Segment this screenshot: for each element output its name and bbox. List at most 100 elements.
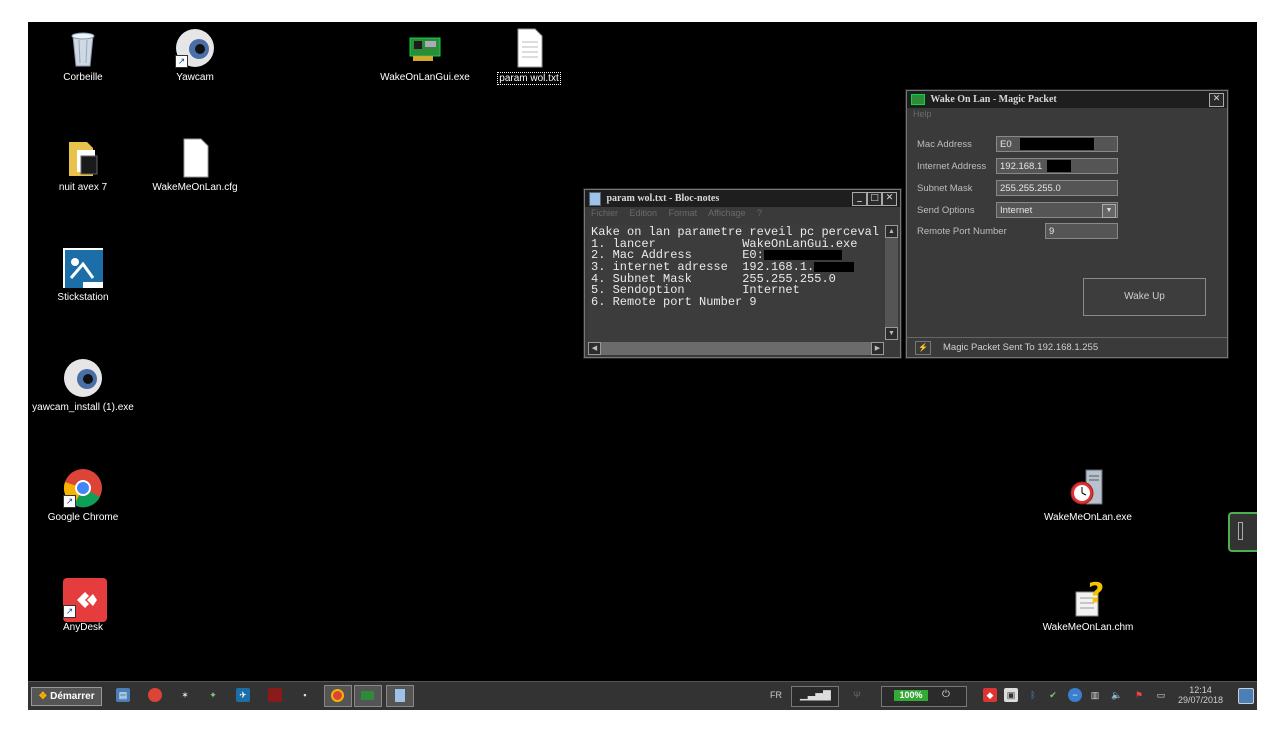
redaction-block xyxy=(763,250,842,261)
shortcut-arrow-icon: ↗ xyxy=(63,495,76,508)
subnet-mask-label: Subnet Mask xyxy=(917,183,973,194)
chevron-down-icon[interactable]: ▼ xyxy=(1102,204,1116,218)
desktop-icon-yawcam[interactable]: ↗ Yawcam xyxy=(140,28,250,83)
desktop-icon-stickstation[interactable]: Stickstation xyxy=(28,248,138,303)
anydesk-tray-icon[interactable]: ◆ xyxy=(983,688,997,702)
windows-logo-icon: ❖ xyxy=(38,691,48,702)
wol-statusbar: ⚡ Magic Packet Sent To 192.168.1.255 xyxy=(907,337,1227,357)
desktop-icon-nuit-avex[interactable]: nuit avex 7 xyxy=(28,138,138,193)
vertical-scrollbar[interactable]: ▲ ▼ xyxy=(885,225,898,340)
power-plug-icon: ⏻ xyxy=(942,689,950,700)
signal-strength-indicator[interactable]: ▁▃▅▇ xyxy=(791,686,839,707)
anydesk-icon: ↗ xyxy=(63,578,107,622)
battery-level: 100% xyxy=(894,690,928,701)
red-app-icon[interactable] xyxy=(268,688,282,702)
notepad-icon xyxy=(589,191,601,206)
redaction-block xyxy=(814,261,855,272)
device-icon[interactable]: ▥ xyxy=(1088,688,1102,702)
satellite-icon[interactable]: ✶ xyxy=(178,688,192,702)
status-signal-icon: ⚡ xyxy=(915,341,931,355)
monitor-icon[interactable]: ▭ xyxy=(1154,688,1168,702)
menu-help[interactable]: Help xyxy=(913,109,932,119)
minimize-button[interactable]: _ xyxy=(852,192,867,206)
subnet-mask-field[interactable]: 255.255.255.0 xyxy=(996,180,1118,196)
mac-address-field[interactable]: E0 xyxy=(996,136,1118,152)
taskbar-notepad-window[interactable] xyxy=(386,685,414,707)
chrome-icon xyxy=(331,689,344,702)
blank-file-icon xyxy=(175,138,215,178)
antenna-icon[interactable]: Ψ xyxy=(850,688,864,702)
desktop-icon-corbeille[interactable]: Corbeille xyxy=(28,28,138,83)
star-map-icon[interactable]: ✦ xyxy=(206,688,220,702)
folder-icon xyxy=(63,138,103,178)
notepad-title: param wol.txt - Bloc-notes xyxy=(606,193,720,204)
side-panel-handle[interactable] xyxy=(1228,512,1257,552)
stickstation-icon[interactable]: ✈ xyxy=(236,688,250,702)
start-button[interactable]: ❖ Démarrer xyxy=(31,687,102,706)
clock-time: 12:14 xyxy=(1189,685,1212,695)
internet-address-field[interactable]: 192.168.1 xyxy=(996,158,1118,174)
maximize-button[interactable]: □ xyxy=(867,192,882,206)
horizontal-scrollbar[interactable]: ◀ ▶ xyxy=(588,342,884,355)
window-icon[interactable]: ▪ xyxy=(298,688,312,702)
notepad-titlebar[interactable]: param wol.txt - Bloc-notes _ □ ✕ xyxy=(585,190,900,207)
scroll-up-icon[interactable]: ▲ xyxy=(885,225,898,238)
stickstation-icon xyxy=(63,248,107,292)
text-line: 6. Remote port Number 9 xyxy=(591,294,757,309)
wol-titlebar[interactable]: Wake On Lan - Magic Packet ✕ xyxy=(907,91,1227,108)
menu-edition[interactable]: Edition xyxy=(630,208,658,218)
wake-up-button[interactable]: Wake Up xyxy=(1083,278,1206,316)
taskbar-chrome-window[interactable] xyxy=(324,685,352,707)
desktop-icon-wakemeonlan-exe[interactable]: WakeMeOnLan.exe xyxy=(1033,468,1143,523)
desktop-icon-google-chrome[interactable]: ↗ Google Chrome xyxy=(28,468,138,523)
desktop-icon-wakemeonlan-chm[interactable]: ? WakeMeOnLan.chm xyxy=(1033,576,1143,633)
notepad-text-area[interactable]: Kake on lan parametre reveil pc perceval… xyxy=(588,225,887,344)
handle-grip-icon xyxy=(1238,522,1243,540)
menu-help[interactable]: ? xyxy=(757,208,762,218)
desktop-icon-wakeonlangui[interactable]: WakeOnLanGui.exe xyxy=(370,28,480,83)
internet-address-label: Internet Address xyxy=(917,161,987,172)
network-card-icon xyxy=(361,691,374,700)
notepad-window[interactable]: param wol.txt - Bloc-notes _ □ ✕ Fichier… xyxy=(584,189,901,358)
close-button[interactable]: ✕ xyxy=(1209,93,1224,107)
desktop-icon-wakemeonlan-cfg[interactable]: WakeMeOnLan.cfg xyxy=(140,138,250,193)
network-globe-icon[interactable]: − xyxy=(1068,688,1082,702)
taskbar-wol-window[interactable] xyxy=(354,685,382,707)
send-options-label: Send Options xyxy=(917,205,975,216)
remote-port-field[interactable]: 9 xyxy=(1045,223,1118,239)
menu-fichier[interactable]: Fichier xyxy=(591,208,618,218)
wol-window[interactable]: Wake On Lan - Magic Packet ✕ Help Mac Ad… xyxy=(906,90,1228,358)
chrome-icon: ↗ xyxy=(63,468,103,508)
menu-affichage[interactable]: Affichage xyxy=(708,208,745,218)
battery-indicator[interactable]: 100% ⏻ xyxy=(881,686,967,707)
clock-date: 29/07/2018 xyxy=(1177,695,1223,705)
bluetooth-icon[interactable]: ᛒ xyxy=(1026,688,1040,702)
mac-address-label: Mac Address xyxy=(917,139,972,150)
clock[interactable]: 12:14 29/07/2018 xyxy=(1178,685,1223,705)
show-desktop-icon[interactable]: ▤ xyxy=(116,688,130,702)
action-center-flag-icon[interactable]: ⚑ xyxy=(1132,688,1146,702)
network-card-icon xyxy=(911,94,925,106)
scroll-left-icon[interactable]: ◀ xyxy=(588,342,601,355)
svg-text:?: ? xyxy=(1088,578,1104,609)
volume-icon[interactable]: 🔈 xyxy=(1110,688,1124,702)
menu-format[interactable]: Format xyxy=(669,208,698,218)
close-button[interactable]: ✕ xyxy=(882,192,897,206)
desktop-icon-yawcam-install[interactable]: yawcam_install (1).exe xyxy=(28,358,138,413)
webcam-eye-icon: ↗ xyxy=(175,28,215,68)
notepad-menubar: Fichier Edition Format Affichage ? xyxy=(585,207,900,220)
show-desktop-button[interactable] xyxy=(1238,688,1254,704)
disk-icon[interactable]: ▣ xyxy=(1004,688,1018,702)
shortcut-arrow-icon: ↗ xyxy=(175,55,188,68)
desktop: Corbeille ↗ Yawcam WakeOnLanGui.exe para… xyxy=(28,22,1257,710)
scroll-right-icon[interactable]: ▶ xyxy=(871,342,884,355)
desktop-icon-param-wol[interactable]: param wol.txt xyxy=(474,28,584,85)
desktop-icon-anydesk[interactable]: ↗ AnyDesk xyxy=(28,578,138,633)
send-options-select[interactable]: Internet ▼ xyxy=(996,202,1118,218)
webcam-eye-icon xyxy=(63,358,103,398)
security-icon[interactable]: ✔ xyxy=(1046,688,1060,702)
chrome-icon[interactable] xyxy=(148,688,162,702)
language-indicator[interactable]: FR xyxy=(770,690,782,700)
scroll-down-icon[interactable]: ▼ xyxy=(885,327,898,340)
shortcut-arrow-icon: ↗ xyxy=(63,605,76,618)
